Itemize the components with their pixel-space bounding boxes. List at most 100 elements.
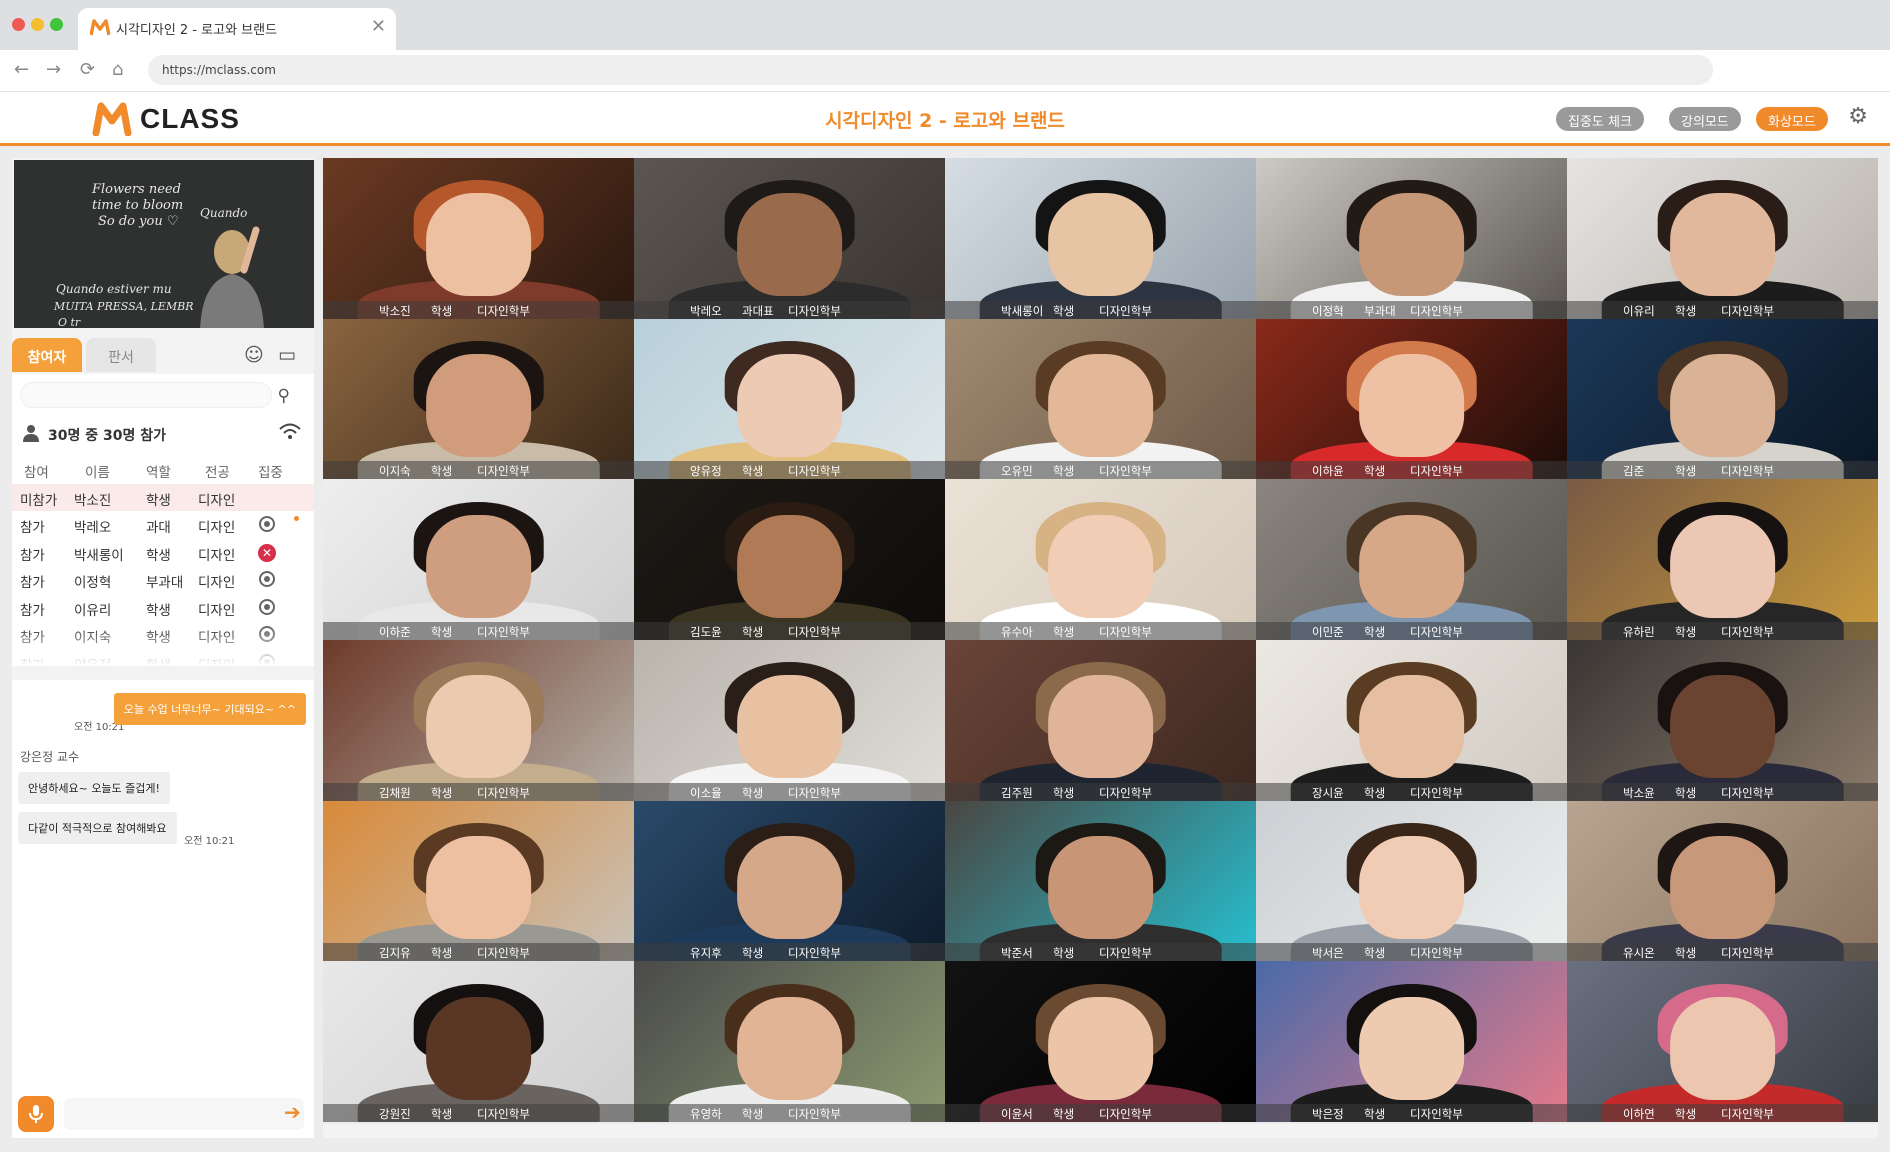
user-icon [23,425,39,442]
video-tile[interactable]: 박준서 학생 디자인학부 [945,800,1256,962]
video-tile[interactable]: 이소율 학생 디자인학부 [634,640,945,801]
search-icon[interactable]: ⚲ [278,386,290,406]
participant-face [1669,354,1776,457]
grid-scrollbar[interactable] [323,1124,1878,1138]
video-tile[interactable]: 이정혁 부과대 디자인학부 [1256,158,1567,319]
home-icon[interactable]: ⌂ [112,59,123,80]
video-tile[interactable]: 김도윤 학생 디자인학부 [634,479,945,640]
table-row[interactable]: 참가 박새롱이 학생 디자인 ✕ [12,539,314,567]
table-row[interactable]: 참가 이유리 학생 디자인 [12,594,314,622]
table-row[interactable]: 미참가 박소진 학생 디자인 [12,483,314,511]
video-tile[interactable]: 유시온 학생 디자인학부 [1567,800,1878,962]
mic-button[interactable] [18,1096,54,1132]
chat-input[interactable] [64,1098,304,1130]
video-tile[interactable]: 강원진 학생 디자인학부 [323,961,634,1122]
tab-board[interactable]: 판서 [86,338,156,372]
participant-name: 박소진 [379,303,411,318]
send-icon[interactable]: ➔ [284,1100,301,1124]
video-tile[interactable]: 유하린 학생 디자인학부 [1567,479,1878,640]
participant-dept: 디자인학부 [1721,303,1774,318]
teacher-figure [200,226,264,328]
video-tile[interactable]: 이윤서 학생 디자인학부 [945,961,1256,1122]
participant-count: 30명 중 30명 참가 [48,428,166,444]
participant-role: 학생 [1364,464,1386,479]
tab-close-icon[interactable]: ✕ [371,16,386,37]
lecture-mode-button[interactable]: 강의모드 [1669,107,1741,131]
video-tile[interactable]: 박새롱이 학생 디자인학부 [945,158,1256,319]
forward-icon[interactable]: → [46,59,61,80]
video-tile[interactable]: 이하준 학생 디자인학부 [323,479,634,640]
participant-role: 학생 [1364,946,1386,961]
participant-dept: 디자인학부 [1721,625,1774,639]
video-tile[interactable]: 박은정 학생 디자인학부 [1256,961,1567,1122]
participant-dept: 디자인학부 [788,785,841,800]
tab-participants[interactable]: 참여자 [12,338,82,372]
video-tile[interactable]: 양유정 학생 디자인학부 [634,318,945,480]
teacher-video[interactable]: Flowers need time to bloom So do you ♡ Q… [14,160,314,328]
cell-major: 디자인 [198,575,236,591]
board-line: Quando estiver mu [56,282,172,296]
back-icon[interactable]: ← [14,59,29,80]
video-mode-button[interactable]: 화상모드 [1756,107,1828,131]
participant-name: 박소윤 [1623,785,1655,800]
url-input[interactable]: https://mclass.com [148,55,1713,85]
board-line: time to bloom [92,198,184,213]
video-tile[interactable]: 이하윤 학생 디자인학부 [1256,318,1567,480]
participant-dept: 디자인학부 [1099,464,1152,479]
close-window-button[interactable] [12,18,25,31]
participant-role: 학생 [742,1107,764,1121]
emoji-icon[interactable]: ☺ [244,344,264,366]
video-tile[interactable]: 박서은 학생 디자인학부 [1256,800,1567,962]
video-tile[interactable]: 유영하 학생 디자인학부 [634,961,945,1122]
browser-tab[interactable]: 시각디자인 2 - 로고와 브랜드 ✕ [78,8,396,50]
participant-role: 학생 [1364,785,1386,800]
participant-name: 김지유 [379,946,411,961]
video-tile[interactable]: 김지유 학생 디자인학부 [323,800,634,962]
focus-check-button[interactable]: 집중도 체크 [1556,107,1644,131]
video-tile[interactable]: 김주원 학생 디자인학부 [945,640,1256,801]
gear-icon[interactable]: ⚙ [1848,104,1868,129]
participant-label: 이정혁 부과대 디자인학부 [1256,300,1567,319]
video-tile[interactable]: 박소윤 학생 디자인학부 [1567,640,1878,801]
participant-search: ⚲ [20,382,290,410]
participant-dept: 디자인학부 [477,1107,530,1121]
participant-label: 유지후 학생 디자인학부 [634,943,945,962]
video-tile[interactable]: 유수아 학생 디자인학부 [945,479,1256,640]
screen-share-icon[interactable]: ▭ [278,344,296,366]
participant-role: 학생 [1053,303,1075,318]
participant-name: 김채원 [379,785,411,800]
maximize-window-button[interactable] [50,18,63,31]
message-time: 오전 10:21 [184,836,235,847]
participant-role: 학생 [1675,946,1697,961]
participant-label: 박소진 학생 디자인학부 [323,300,634,319]
sidebar-tabs: 참여자 판서 ☺ ▭ [12,338,314,376]
participant-dept: 디자인학부 [477,625,530,639]
video-tile[interactable]: 박레오 과대표 디자인학부 [634,158,945,319]
participant-dept: 디자인학부 [1721,946,1774,961]
search-input[interactable] [20,382,272,408]
video-tile[interactable]: 이하연 학생 디자인학부 [1567,961,1878,1122]
board-line: So do you ♡ [98,214,179,229]
table-row[interactable]: 참가 이정혁 부과대 디자인 [12,566,314,594]
minimize-window-button[interactable] [31,18,44,31]
board-line: MUITA PRESSA, LEMBR [54,300,194,313]
video-tile[interactable]: 김준 학생 디자인학부 [1567,318,1878,480]
cell-status: 참가 [20,547,45,564]
video-tile[interactable]: 장시윤 학생 디자인학부 [1256,640,1567,801]
video-tile[interactable]: 박소진 학생 디자인학부 [323,158,634,319]
participant-role: 학생 [431,946,453,961]
reload-icon[interactable]: ⟳ [80,59,95,80]
participant-dept: 디자인학부 [1099,785,1152,800]
video-tile[interactable]: 이유리 학생 디자인학부 [1567,158,1878,319]
video-tile[interactable]: 이민준 학생 디자인학부 [1256,479,1567,640]
participant-label: 이하윤 학생 디자인학부 [1256,461,1567,480]
video-tile[interactable]: 오유민 학생 디자인학부 [945,318,1256,480]
video-tile[interactable]: 유지후 학생 디자인학부 [634,800,945,962]
participant-label: 양유정 학생 디자인학부 [634,461,945,480]
participant-name: 김준 [1623,464,1645,479]
video-tile[interactable]: 이지숙 학생 디자인학부 [323,318,634,480]
participant-face [425,193,532,297]
participant-dept: 디자인학부 [477,785,530,800]
video-tile[interactable]: 김채원 학생 디자인학부 [323,640,634,801]
table-row[interactable]: 참가 박레오 과대 디자인 [12,511,314,539]
